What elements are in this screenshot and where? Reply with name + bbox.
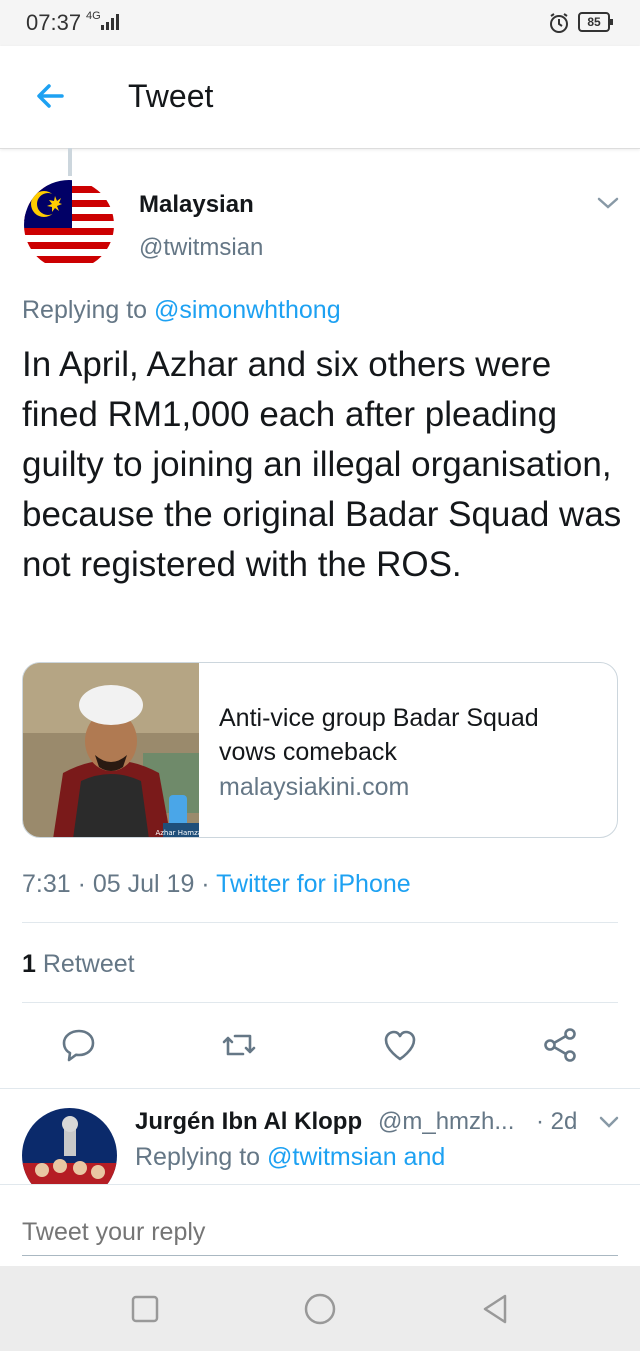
tweet-meta: 7:31 · 05 Jul 19 · Twitter for iPhone <box>22 870 411 898</box>
retweet-count-row[interactable]: 1 Retweet <box>22 950 135 979</box>
page-title: Tweet <box>128 78 214 114</box>
image-caption: Azhar Hamzah <box>155 829 199 837</box>
back-arrow-icon[interactable] <box>30 76 70 116</box>
reply-icon[interactable] <box>60 1026 98 1064</box>
share-icon[interactable] <box>542 1026 580 1064</box>
chevron-down-icon[interactable] <box>596 194 620 212</box>
card-image: Azhar Hamzah <box>23 663 199 837</box>
recents-square-icon[interactable] <box>128 1292 162 1326</box>
card-title: Anti-vice group Badar Squad vows comebac… <box>219 704 539 766</box>
replying-to-link[interactable]: @twitmsian and <box>267 1143 445 1171</box>
reply-replying-to: Replying to @twitmsian and <box>135 1143 445 1172</box>
top-app-bar: Tweet <box>0 46 640 149</box>
separator <box>0 1088 640 1089</box>
card-domain: malaysiakini.com <box>219 773 410 801</box>
tweet-time: 7:31 <box>22 870 71 898</box>
back-triangle-icon[interactable] <box>478 1292 512 1326</box>
system-nav-bar <box>0 1266 640 1351</box>
reply-composer <box>0 1184 640 1267</box>
network-type: 4G <box>86 10 101 22</box>
replying-to-link[interactable]: @simonwhthong <box>154 296 341 324</box>
link-card[interactable]: Azhar Hamzah Anti-vice group Badar Squad… <box>22 662 618 838</box>
retweet-label: Retweet <box>42 950 135 978</box>
home-circle-icon[interactable] <box>303 1292 337 1326</box>
malaysia-flag-icon <box>24 180 114 270</box>
replying-prefix: Replying to <box>135 1143 261 1171</box>
retweet-count: 1 <box>22 950 36 978</box>
like-heart-icon[interactable] <box>381 1026 419 1064</box>
battery-icon: 85 <box>578 12 613 32</box>
divider <box>22 922 618 923</box>
thread-line <box>68 148 72 176</box>
reply-author-handle[interactable]: @m_hmzh... <box>378 1108 514 1136</box>
tweet-reply-input[interactable] <box>22 1209 618 1256</box>
signal-icon <box>101 14 119 30</box>
retweet-icon[interactable] <box>220 1026 258 1064</box>
alarm-icon <box>550 13 568 33</box>
author-avatar[interactable] <box>24 180 114 270</box>
tweet-date: 05 Jul 19 <box>92 870 195 898</box>
status-time: 07:37 <box>26 10 82 35</box>
tweet-text: In April, Azhar and six others were fine… <box>22 345 622 584</box>
reply-author-name[interactable]: Jurgén Ibn Al Klopp <box>135 1108 362 1136</box>
replying-to: Replying to @simonwhthong <box>22 296 341 325</box>
chevron-down-icon[interactable] <box>598 1114 620 1130</box>
author-handle[interactable]: @twitmsian <box>139 234 263 262</box>
divider <box>22 1002 618 1003</box>
author-name[interactable]: Malaysian <box>139 191 254 219</box>
status-bar: 07:37 4G 85 <box>0 0 640 46</box>
tweet-source[interactable]: Twitter for iPhone <box>216 870 411 898</box>
reply-time: · 2d <box>536 1108 578 1135</box>
replying-prefix: Replying to <box>22 296 148 324</box>
